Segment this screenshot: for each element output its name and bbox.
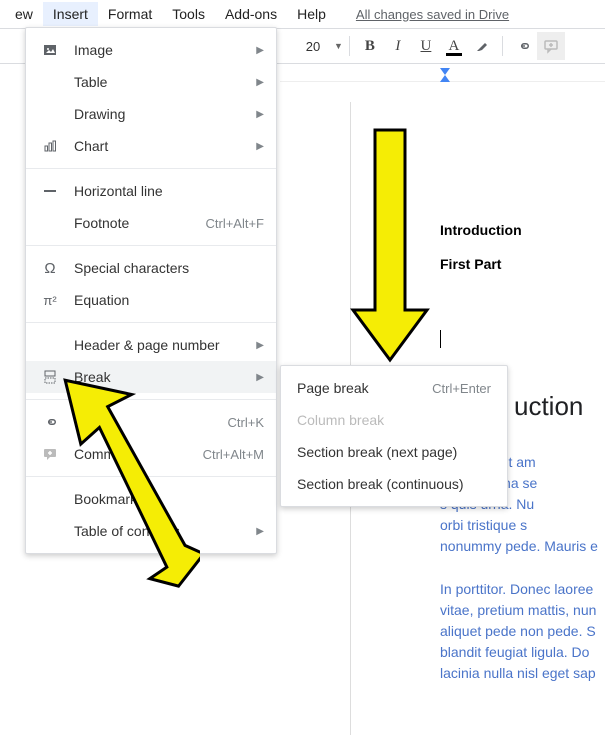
menu-separator bbox=[26, 245, 276, 246]
chevron-right-icon: ▶ bbox=[256, 77, 264, 88]
chevron-right-icon: ▶ bbox=[256, 340, 264, 351]
menubar: ew Insert Format Tools Add-ons Help All … bbox=[0, 0, 605, 28]
submenu-column-break: Column break bbox=[281, 404, 507, 436]
menu-view-partial[interactable]: ew bbox=[5, 2, 43, 26]
submenu-section-break-next-page[interactable]: Section break (next page) bbox=[281, 436, 507, 468]
submenu-section-break-continuous[interactable]: Section break (continuous) bbox=[281, 468, 507, 500]
menu-format[interactable]: Format bbox=[98, 2, 162, 26]
body-para-2[interactable]: In porttitor. Donec laoree vitae, pretiu… bbox=[440, 579, 605, 684]
menu-item-equation[interactable]: π² Equation bbox=[26, 284, 276, 316]
chevron-right-icon: ▶ bbox=[256, 372, 264, 383]
separator bbox=[349, 36, 350, 56]
comment-toolbar-button[interactable] bbox=[537, 32, 565, 60]
menu-separator bbox=[26, 322, 276, 323]
menu-item-bookmark[interactable]: Bookmark bbox=[26, 483, 276, 515]
image-icon bbox=[38, 42, 62, 58]
caret-down-icon: ▼ bbox=[334, 41, 343, 51]
menu-item-table-of-contents[interactable]: Table of contents ▶ bbox=[26, 515, 276, 547]
menu-item-special-characters[interactable]: Ω Special characters bbox=[26, 252, 276, 284]
omega-icon: Ω bbox=[38, 260, 62, 277]
font-size-control[interactable]: 20 ▼ bbox=[298, 39, 343, 54]
menu-item-drawing[interactable]: Drawing ▶ bbox=[26, 98, 276, 130]
doc-section-title[interactable]: uction bbox=[514, 391, 605, 422]
menu-item-link[interactable]: Link Ctrl+K bbox=[26, 406, 276, 438]
hline-icon bbox=[38, 183, 62, 199]
underline-button[interactable]: U bbox=[412, 32, 440, 60]
chevron-right-icon: ▶ bbox=[256, 45, 264, 56]
menu-item-header-page-number[interactable]: Header & page number ▶ bbox=[26, 329, 276, 361]
link-button[interactable] bbox=[509, 32, 537, 60]
menu-insert[interactable]: Insert bbox=[43, 2, 98, 26]
comment-icon bbox=[38, 446, 62, 462]
doc-heading-first-part[interactable]: First Part bbox=[440, 256, 605, 272]
menu-item-chart[interactable]: Chart ▶ bbox=[26, 130, 276, 162]
menu-item-image[interactable]: Image ▶ bbox=[26, 34, 276, 66]
text-color-button[interactable]: A bbox=[440, 32, 468, 60]
menu-item-table[interactable]: Table ▶ bbox=[26, 66, 276, 98]
menu-separator bbox=[26, 476, 276, 477]
chart-icon bbox=[38, 138, 62, 154]
text-cursor bbox=[440, 330, 441, 348]
italic-button[interactable]: I bbox=[384, 32, 412, 60]
bold-button[interactable]: B bbox=[356, 32, 384, 60]
ruler bbox=[280, 64, 605, 82]
menu-addons[interactable]: Add-ons bbox=[215, 2, 287, 26]
highlight-button[interactable] bbox=[468, 32, 496, 60]
break-icon bbox=[38, 369, 62, 385]
break-submenu: Page break Ctrl+Enter Column break Secti… bbox=[280, 365, 508, 507]
menu-help[interactable]: Help bbox=[287, 2, 336, 26]
ruler-indent-marker[interactable] bbox=[440, 68, 450, 75]
separator bbox=[502, 36, 503, 56]
font-size-value[interactable]: 20 bbox=[298, 39, 328, 54]
menu-separator bbox=[26, 399, 276, 400]
pi-icon: π² bbox=[38, 293, 62, 308]
chevron-right-icon: ▶ bbox=[256, 526, 264, 537]
menu-item-footnote[interactable]: Footnote Ctrl+Alt+F bbox=[26, 207, 276, 239]
menu-item-comment[interactable]: Comment Ctrl+Alt+M bbox=[26, 438, 276, 470]
menu-tools[interactable]: Tools bbox=[162, 2, 215, 26]
submenu-page-break[interactable]: Page break Ctrl+Enter bbox=[281, 372, 507, 404]
link-icon bbox=[38, 414, 62, 430]
doc-heading-introduction[interactable]: Introduction bbox=[440, 222, 605, 238]
chevron-right-icon: ▶ bbox=[256, 141, 264, 152]
chevron-right-icon: ▶ bbox=[256, 109, 264, 120]
menu-separator bbox=[26, 168, 276, 169]
menu-item-horizontal-line[interactable]: Horizontal line bbox=[26, 175, 276, 207]
insert-menu-dropdown: Image ▶ Table ▶ Drawing ▶ Chart ▶ Horizo… bbox=[25, 27, 277, 554]
ruler-indent-marker-bottom[interactable] bbox=[440, 75, 450, 82]
menu-item-break[interactable]: Break ▶ bbox=[26, 361, 276, 393]
save-status[interactable]: All changes saved in Drive bbox=[356, 7, 509, 22]
